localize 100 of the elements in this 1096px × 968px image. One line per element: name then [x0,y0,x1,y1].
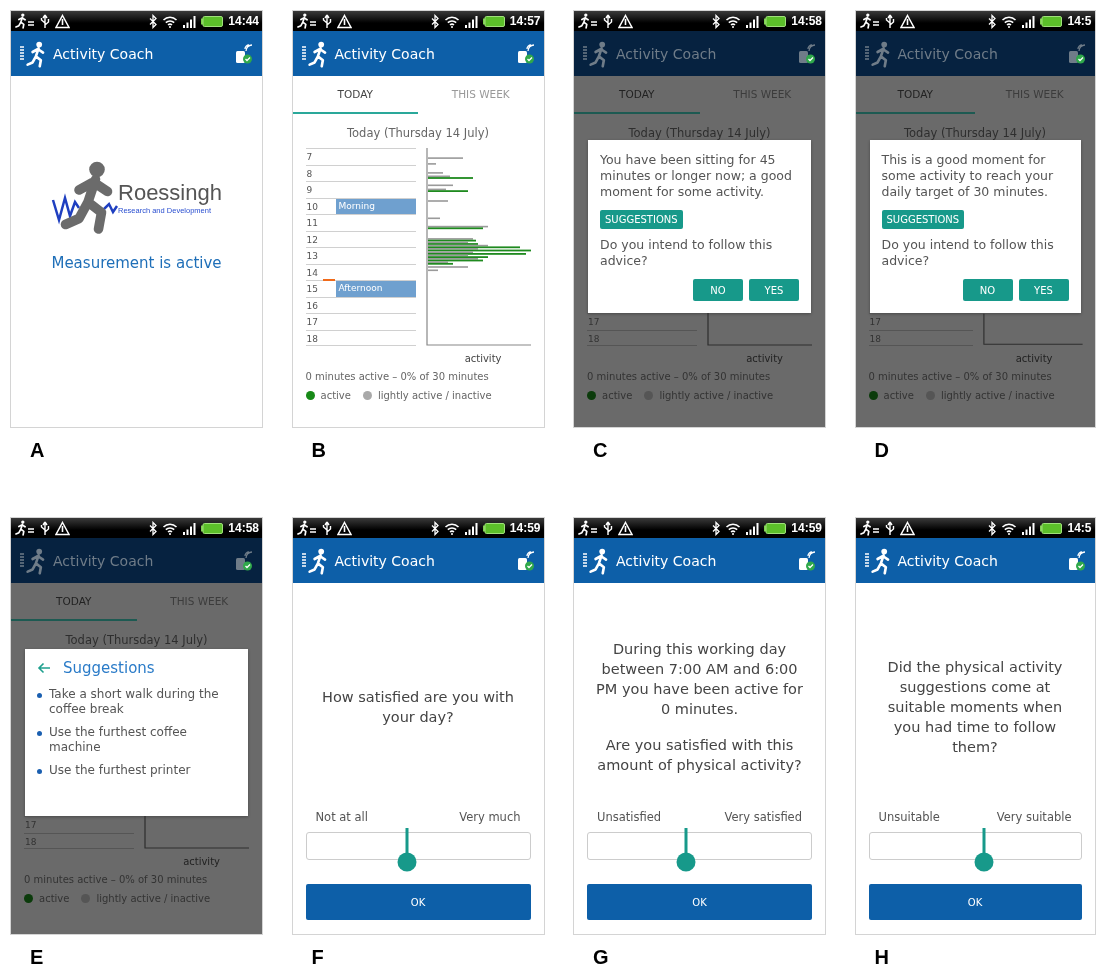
battery-icon [1040,522,1063,534]
battery-icon [482,522,505,534]
panel-letter: D [874,440,890,460]
phone-check-icon[interactable] [234,42,254,65]
slider-thumb[interactable] [396,828,417,872]
runner-icon [15,13,35,29]
tab[interactable]: TODAY [292,76,418,114]
dialog-button[interactable]: YES [749,279,799,301]
app-title: Activity Coach [616,552,718,569]
phone-check-icon[interactable] [797,549,817,572]
chart-label: activity [746,353,783,364]
usb-icon [884,520,895,536]
hour-label: 13 [306,251,318,261]
app-title: Activity Coach [53,552,155,569]
hour-label: 14 [306,267,318,278]
wifi-icon [162,14,179,28]
runner-icon [578,520,598,536]
wifi-icon [725,521,742,535]
signal-icon [1022,521,1036,535]
dialog-button[interactable]: NO [962,279,1013,301]
runner-icon [15,520,35,536]
bluetooth-icon [430,520,439,536]
date-heading: Today (Thursday 14 July) [64,632,209,647]
hour-label: 17 [306,317,318,327]
battery-icon [764,522,787,534]
tab[interactable]: TODAY [11,583,137,621]
status-time: 14:59 [509,521,541,535]
now-marker [322,279,335,281]
dialog-message: This is a good moment for some activity to reach your daily target of 30 minutes. [881,152,1055,200]
phone-check-icon[interactable] [797,42,817,65]
signal-icon [746,14,760,28]
signal-icon [1022,14,1036,28]
signal-icon [464,14,478,28]
slider-thumb[interactable] [676,828,696,872]
legend-label: active [883,390,914,401]
usb-icon [321,520,332,536]
app-title: Activity Coach [897,552,999,569]
warning-icon [55,13,70,29]
hour-label: 9 [306,185,313,195]
usb-icon [603,520,613,536]
runner-icon [578,13,598,29]
bluetooth-icon [149,13,158,29]
dialog-button[interactable]: NO [693,279,743,301]
legend-label: lightly active / inactive [377,390,492,401]
wifi-icon [725,14,742,28]
usb-icon [321,13,332,29]
suggestions-button[interactable]: SUGGESTIONS [600,210,683,229]
phone-check-icon[interactable] [1066,42,1087,65]
phone-check-icon[interactable] [1066,549,1087,572]
slider-min-label: Unsatisfied [597,810,662,824]
ok-button[interactable]: OK [305,884,531,920]
dialog-question: Do you intend to follow this advice? [881,237,1055,269]
phone-check-icon[interactable] [515,549,536,572]
slider-max-label: Very suitable [996,810,1072,824]
battery-icon [201,15,224,27]
panel-letter: C [593,440,609,460]
tab[interactable]: TODAY [855,76,975,114]
bullet-icon [37,769,42,774]
runner-icon [859,520,880,536]
slider-thumb[interactable] [973,828,994,872]
hour-label: 15 [306,284,318,294]
summary-text: 0 minutes active – 0% of 30 minutes [304,370,490,382]
warning-icon [899,520,915,536]
status-message: Measurement is active [51,254,222,272]
signal-icon [183,521,197,535]
wifi-icon [162,521,179,535]
suggestions-button[interactable]: SUGGESTIONS [881,210,965,229]
warning-icon [336,520,352,536]
ok-button[interactable]: OK [587,884,812,920]
hour-label: 7 [306,152,313,162]
chart-label: activity [1015,353,1053,364]
phone-check-icon[interactable] [234,549,254,572]
app-title: Activity Coach [616,45,718,62]
ok-button[interactable]: OK [868,884,1082,920]
back-arrow-icon[interactable] [37,662,51,674]
question-text: Did the physical activity suggestions come at suitable moments when you had time to follow them? [886,657,1064,757]
chart-label: activity [464,353,502,364]
status-time: 14:44 [228,14,259,28]
time-block[interactable]: Morning [335,198,416,214]
bullet-icon [37,693,42,698]
panel-letter: E [30,947,45,967]
wifi-icon [443,521,460,535]
bluetooth-icon [988,13,997,29]
active-bar [427,227,483,230]
time-block[interactable]: Afternoon [335,281,416,297]
slider-min-label: Not at all [315,810,368,824]
wifi-icon [1001,521,1018,535]
warning-icon [336,13,352,29]
date-heading: Today (Thursday 14 July) [903,125,1047,140]
runner-icon [859,13,880,29]
tab[interactable]: TODAY [574,76,700,114]
warning-icon [55,520,70,536]
warning-icon [618,13,633,29]
phone-check-icon[interactable] [515,42,536,65]
panel-letter: B [311,440,327,460]
dialog-button[interactable]: YES [1018,279,1069,301]
hour-label: 12 [306,234,318,245]
tab[interactable]: THIS WEEK [418,76,544,114]
app-title: Activity Coach [334,45,436,62]
logo-wordmark: Roessingh [118,179,222,206]
